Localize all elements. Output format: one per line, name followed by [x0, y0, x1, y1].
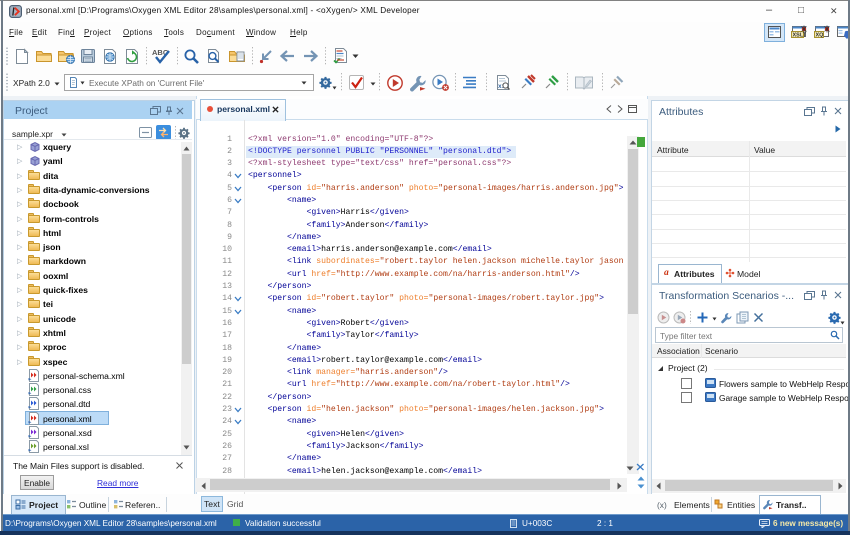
svg-text:XSLT: XSLT: [793, 33, 807, 39]
svg-text:XQ: XQ: [816, 33, 825, 39]
